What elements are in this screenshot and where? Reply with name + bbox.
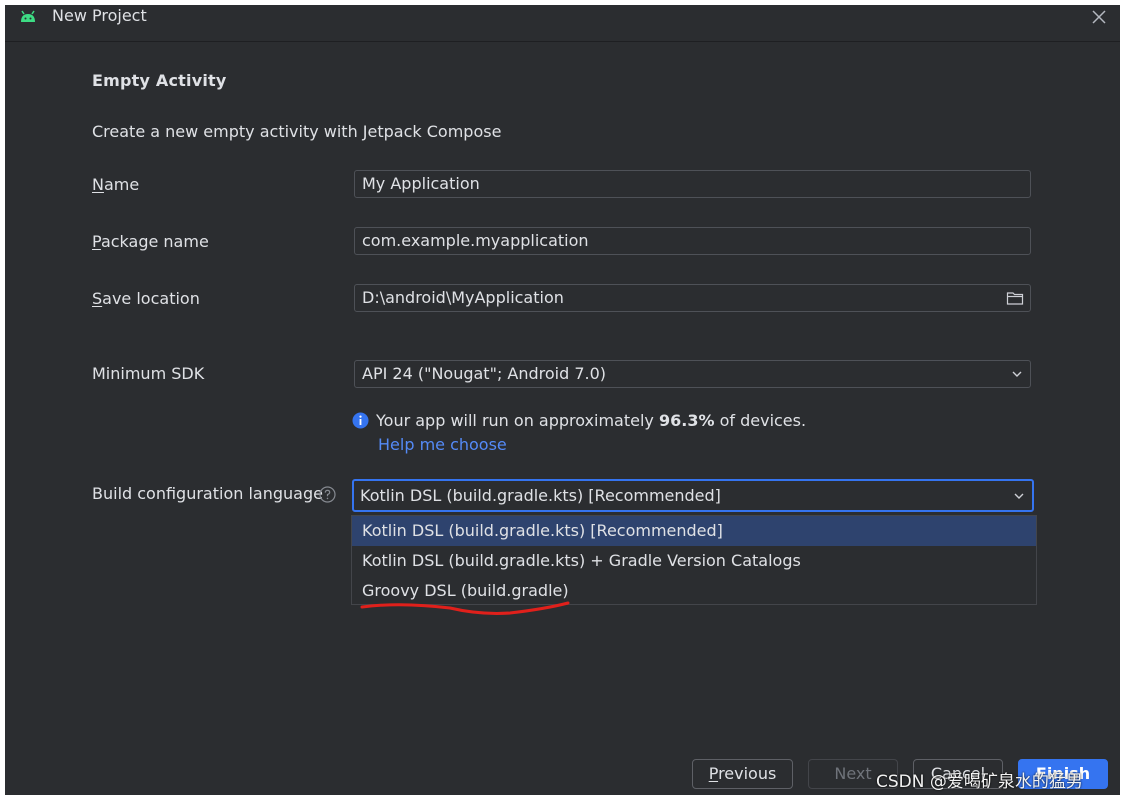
save-location-label-text: ave location [102, 289, 200, 308]
min-sdk-label: Minimum SDK [92, 364, 205, 383]
package-mnemonic: P [92, 232, 101, 251]
template-title: Empty Activity [92, 71, 227, 90]
previous-label: revious [718, 764, 777, 783]
build-config-options-list: Kotlin DSL (build.gradle.kts) [Recommend… [351, 515, 1037, 605]
option-kotlin-dsl[interactable]: Kotlin DSL (build.gradle.kts) [Recommend… [352, 516, 1036, 546]
package-label-text: ackage name [100, 232, 209, 251]
build-config-label: Build configuration language [92, 484, 323, 503]
name-label: Name [92, 174, 139, 196]
new-project-dialog: New Project Empty Activity Create a new … [5, 5, 1120, 795]
template-description: Create a new empty activity with Jetpack… [92, 122, 502, 141]
option-kotlin-dsl-version-catalogs[interactable]: Kotlin DSL (build.gradle.kts) + Gradle V… [352, 546, 1036, 576]
title-bar: New Project [5, 5, 1120, 42]
name-mnemonic: N [92, 175, 104, 194]
min-sdk-value: API 24 ("Nougat"; Android 7.0) [362, 364, 607, 383]
build-config-value: Kotlin DSL (build.gradle.kts) [Recommend… [360, 486, 721, 505]
coverage-suffix: of devices. [714, 411, 807, 430]
previous-button[interactable]: Previous [692, 759, 793, 789]
chevron-down-icon [1012, 371, 1022, 377]
coverage-prefix: Your app will run on approximately [376, 411, 659, 430]
min-sdk-dropdown[interactable]: API 24 ("Nougat"; Android 7.0) [354, 360, 1031, 388]
question-icon[interactable] [319, 486, 336, 503]
info-icon [352, 412, 369, 429]
chevron-down-icon [1014, 493, 1024, 499]
device-coverage-text: Your app will run on approximately 96.3%… [376, 411, 806, 430]
save-location-input[interactable]: D:\android\MyApplication [362, 288, 564, 307]
save-location-field[interactable]: D:\android\MyApplication [354, 284, 1031, 312]
red-underline-annotation [360, 601, 570, 615]
android-icon [21, 10, 35, 22]
csdn-watermark: CSDN @爱喝矿泉水的猛男 [876, 772, 1083, 792]
help-me-choose-link[interactable]: Help me choose [378, 435, 507, 454]
package-name-input[interactable]: com.example.myapplication [354, 227, 1031, 255]
folder-icon[interactable] [1006, 290, 1024, 306]
previous-mnemonic: P [708, 764, 719, 783]
close-icon[interactable] [1089, 7, 1109, 27]
name-label-text: ame [103, 175, 140, 194]
save-location-mnemonic: S [92, 289, 103, 308]
name-input[interactable]: My Application [354, 170, 1031, 198]
coverage-percent: 96.3% [658, 411, 715, 430]
package-label: Package name [92, 231, 209, 253]
build-config-dropdown[interactable]: Kotlin DSL (build.gradle.kts) [Recommend… [352, 479, 1034, 512]
save-location-label: Save location [92, 288, 200, 310]
window-title: New Project [52, 6, 147, 25]
